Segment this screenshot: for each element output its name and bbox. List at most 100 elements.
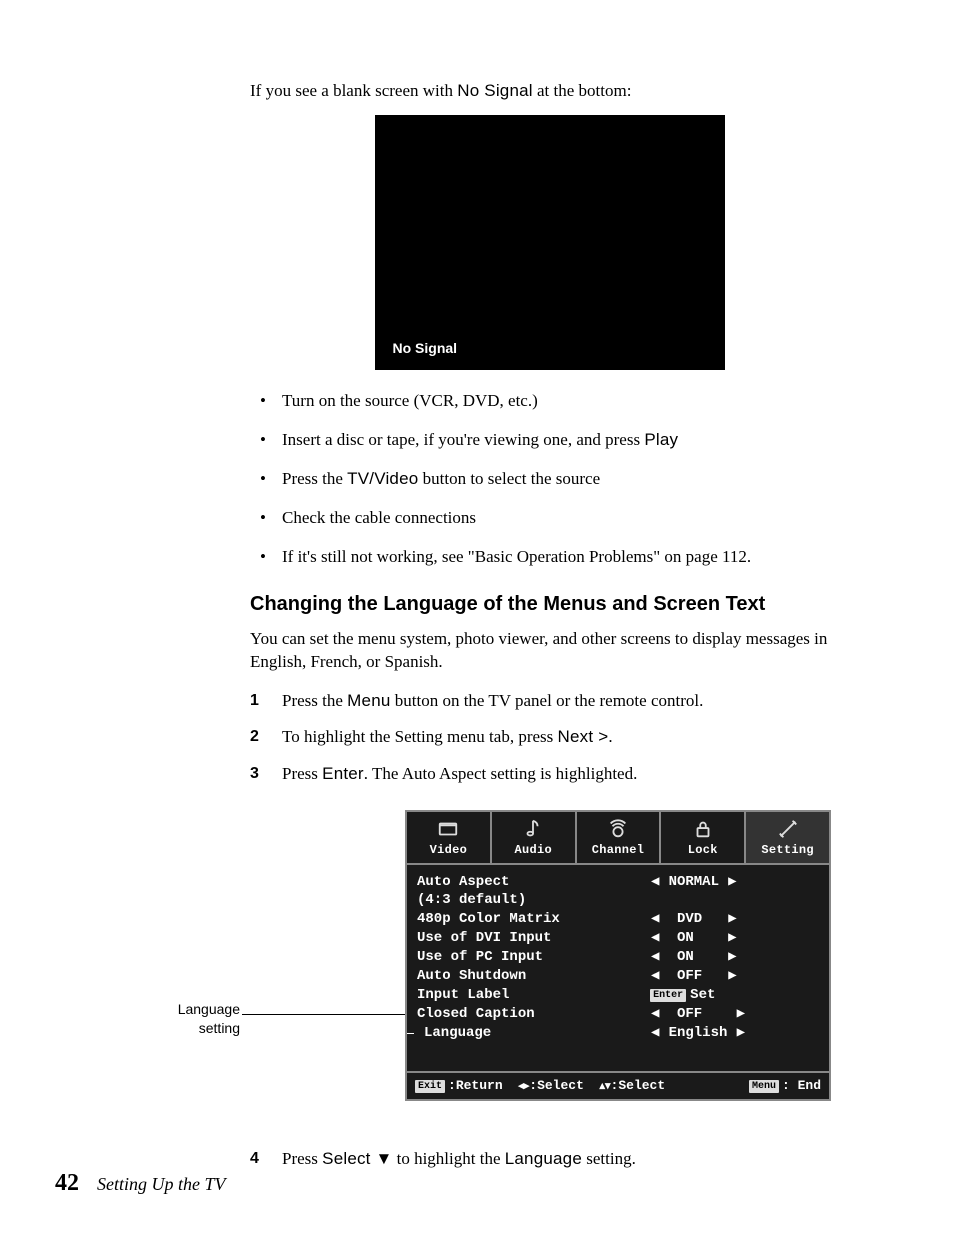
footer-return: :Return — [448, 1078, 503, 1093]
osd-footer-right: Menu: End — [749, 1077, 821, 1095]
running-title: Setting Up the TV — [97, 1174, 226, 1195]
step-glyph: ▼ — [376, 1149, 393, 1168]
exit-badge: Exit — [415, 1080, 445, 1094]
osd-value-row[interactable]: ◀ ON ▶ — [650, 929, 819, 948]
osd-caption: Language setting — [90, 1000, 240, 1036]
step-prefix: Press — [282, 764, 322, 783]
bullet-text: Check the cable connections — [282, 508, 476, 527]
intro-suffix: at the bottom: — [533, 81, 632, 100]
osd-row-label: Use of PC Input — [417, 948, 650, 967]
triangle-right-icon: ▶ — [736, 1024, 746, 1043]
osd-row-label: Language — [424, 1024, 491, 1043]
osd-value-row[interactable]: ◀ OFF ▶ — [650, 967, 819, 986]
osd-value-row[interactable]: ◀ English ▶ — [650, 1024, 819, 1043]
triangle-right-icon: ▶ — [727, 967, 737, 986]
osd-value-row — [650, 891, 819, 910]
osd-leader-line — [242, 1014, 405, 1015]
step-suffix: . — [608, 727, 612, 746]
list-item: If it's still not working, see "Basic Op… — [250, 546, 849, 569]
step-number: 1 — [250, 690, 259, 712]
osd-panel: Video Audio Channel — [405, 810, 831, 1101]
triangle-left-icon: ◀ — [650, 929, 660, 948]
step-ui: Enter — [322, 764, 364, 783]
no-signal-label: No Signal — [393, 339, 458, 358]
osd-left-column: Auto Aspect (4:3 default) 480p Color Mat… — [417, 873, 650, 1053]
triangle-right-icon: ▶ — [727, 910, 737, 929]
osd-value-row[interactable]: ◀ NORMAL ▶ — [650, 873, 819, 892]
osd-right-column: ◀ NORMAL ▶ ◀ DVD ▶ ◀ ON ▶ ◀ ON ▶ ◀ OFF ▶… — [650, 873, 819, 1053]
osd-value: Set — [690, 987, 715, 1003]
osd-value-row[interactable]: ◀ ON ▶ — [650, 948, 819, 967]
triangle-left-icon: ◀ — [650, 1005, 660, 1024]
osd-value-row[interactable]: Enter Set — [650, 986, 819, 1005]
osd-tab-audio[interactable]: Audio — [492, 812, 577, 862]
osd-tab-setting[interactable]: Setting — [746, 812, 829, 862]
osd-row-label: (4:3 default) — [417, 891, 650, 910]
footer-end: : End — [782, 1078, 821, 1093]
step-prefix: Press — [282, 1149, 322, 1168]
osd-value-row[interactable]: ◀ OFF ▶ — [650, 1005, 819, 1024]
enter-badge: Enter — [650, 989, 686, 1003]
bullet-prefix: Press the — [282, 469, 347, 488]
bullet-suffix: button to select the source — [418, 469, 600, 488]
triangle-left-icon: ◀ — [650, 910, 660, 929]
osd-row-label: Use of DVI Input — [417, 929, 650, 948]
bullet-text: If it's still not working, see "Basic Op… — [282, 547, 751, 566]
tab-label: Video — [430, 843, 468, 857]
osd-row-label: 480p Color Matrix — [417, 910, 650, 929]
intro-prefix: If you see a blank screen with — [250, 81, 457, 100]
step-number: 4 — [250, 1148, 259, 1170]
menu-badge: Menu — [749, 1080, 779, 1094]
osd-value: OFF — [677, 968, 702, 984]
osd-row-label: Closed Caption — [417, 1005, 650, 1024]
content-column: If you see a blank screen with No Signal… — [250, 80, 849, 1171]
triangle-right-icon: ▶ — [727, 873, 737, 892]
osd-tab-lock[interactable]: Lock — [661, 812, 746, 862]
bullet-ui: TV/Video — [347, 469, 418, 488]
triangle-left-icon: ◀ — [650, 1024, 660, 1043]
list-item: Insert a disc or tape, if you're viewing… — [250, 429, 849, 452]
audio-icon — [494, 818, 573, 840]
page: If you see a blank screen with No Signal… — [0, 0, 954, 1235]
osd-footer-left: Exit:Return ◂▸:Select ▴▾:Select — [415, 1077, 665, 1095]
osd-value: OFF — [677, 1006, 702, 1022]
list-item: Check the cable connections — [250, 507, 849, 530]
lock-icon — [663, 818, 742, 840]
page-footer: 42 Setting Up the TV — [55, 1170, 226, 1197]
tab-label: Audio — [514, 843, 552, 857]
step-ui2: Language — [505, 1149, 582, 1168]
step-item: 3 Press Enter. The Auto Aspect setting i… — [250, 763, 849, 786]
channel-icon — [579, 818, 658, 840]
osd-row-label: Auto Shutdown — [417, 967, 650, 986]
osd-footer: Exit:Return ◂▸:Select ▴▾:Select Menu: En… — [407, 1071, 829, 1100]
bullet-prefix: Insert a disc or tape, if you're viewing… — [282, 430, 644, 449]
step-item: 4 Press Select ▼ to highlight the Langua… — [250, 1148, 849, 1171]
bullet-text: Turn on the source (VCR, DVD, etc.) — [282, 391, 538, 410]
osd-tab-channel[interactable]: Channel — [577, 812, 662, 862]
arrow-left-right-icon: ◂▸ — [518, 1080, 529, 1092]
osd-value: NORMAL — [669, 874, 719, 890]
step-prefix: Press the — [282, 691, 347, 710]
step-ui: Menu — [347, 691, 390, 710]
step-prefix: To highlight the Setting menu tab, press — [282, 727, 558, 746]
osd-row-language: Language — [417, 1024, 650, 1043]
tab-label: Lock — [688, 843, 718, 857]
osd-value-row[interactable]: ◀ DVD ▶ — [650, 910, 819, 929]
page-number: 42 — [55, 1170, 79, 1197]
step-ui: Next > — [558, 727, 609, 746]
bullet-ui: Play — [644, 430, 678, 449]
osd-tab-video[interactable]: Video — [407, 812, 492, 862]
section-heading: Changing the Language of the Menus and S… — [250, 591, 849, 618]
osd-figure: Language setting Video — [250, 810, 849, 1122]
intro-ui-term: No Signal — [457, 81, 533, 100]
section-intro: You can set the menu system, photo viewe… — [250, 628, 849, 674]
list-item: Turn on the source (VCR, DVD, etc.) — [250, 390, 849, 413]
triangle-left-icon: ◀ — [650, 967, 660, 986]
osd-caption-l2: setting — [199, 1020, 240, 1036]
triangle-right-icon: ▶ — [727, 929, 737, 948]
step-ui: Select — [322, 1149, 375, 1168]
osd-value: DVD — [677, 911, 702, 927]
osd-row-label: Input Label — [417, 986, 650, 1005]
callout-tick — [407, 1033, 414, 1034]
triangle-left-icon: ◀ — [650, 873, 660, 892]
